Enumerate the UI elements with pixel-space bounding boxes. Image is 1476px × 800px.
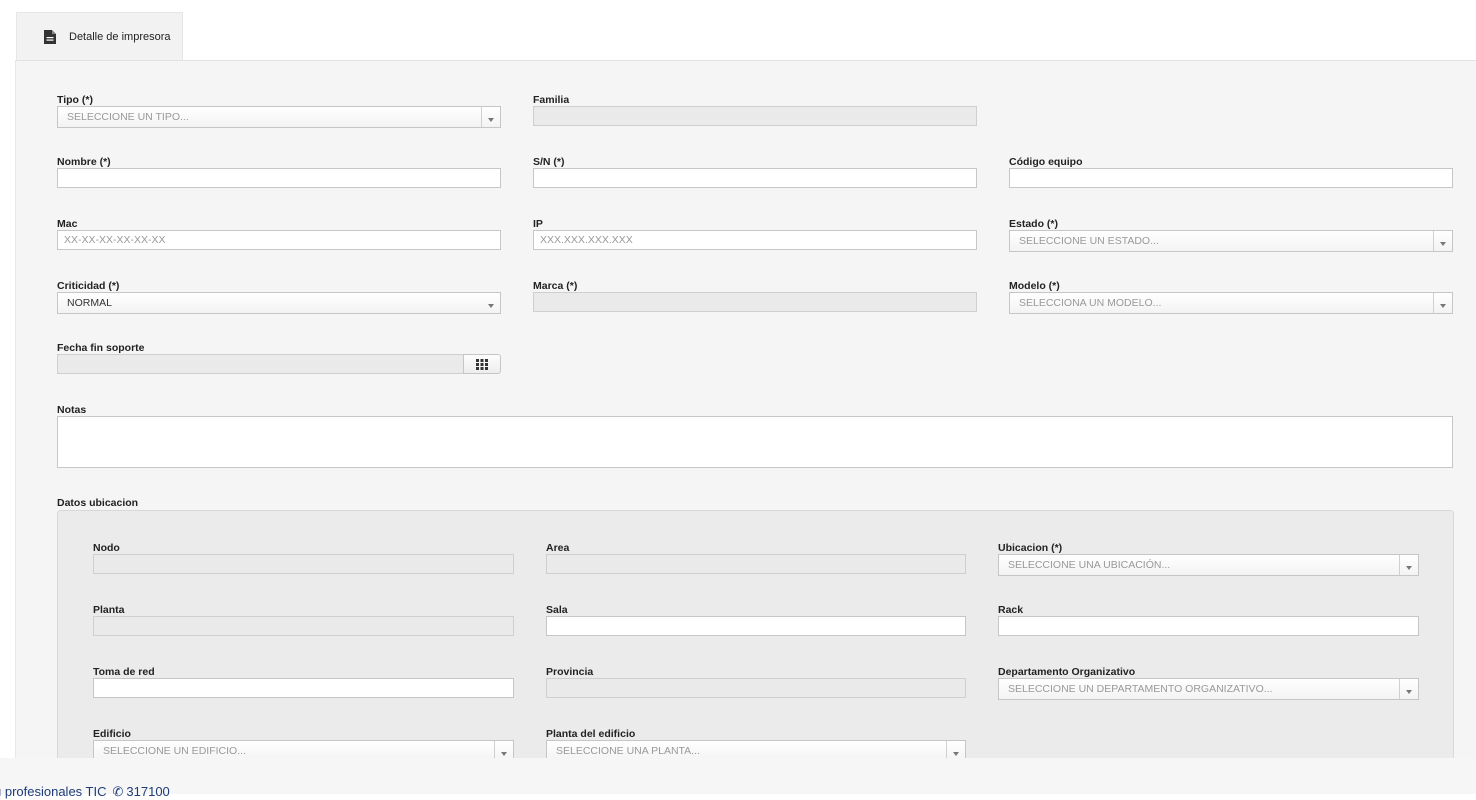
- tipo-label: Tipo (*): [57, 94, 93, 106]
- printer-detail-panel: Tipo (*) SELECCIONE UN TIPO... Familia N…: [15, 60, 1476, 770]
- sala-field: Sala: [546, 604, 966, 636]
- mac-input[interactable]: [57, 230, 501, 250]
- location-section: Nodo Area Ubicacion (*) SELECCIONE UNA U…: [57, 510, 1454, 770]
- codigo-equipo-input[interactable]: [1009, 168, 1453, 188]
- toma-de-red-label: Toma de red: [93, 666, 155, 678]
- criticidad-select-value: NORMAL: [67, 297, 112, 309]
- area-label: Area: [546, 542, 570, 554]
- provincia-label: Provincia: [546, 666, 594, 678]
- area-input: [546, 554, 966, 574]
- area-field: Area: [546, 542, 966, 574]
- modelo-select-value: SELECCIONA UN MODELO...: [1019, 297, 1162, 309]
- toma-de-red-input[interactable]: [93, 678, 514, 698]
- codigo-equipo-label: Código equipo: [1009, 156, 1083, 168]
- notas-label: Notas: [57, 404, 87, 416]
- nodo-input: [93, 554, 514, 574]
- fecha-fin-soporte-wrap: [57, 354, 501, 374]
- planta-edificio-select-value: SELECCIONE UNA PLANTA...: [556, 745, 700, 757]
- footer-link-text[interactable]: u profesionales TIC: [0, 784, 107, 799]
- chevron-down-icon: [1399, 555, 1418, 575]
- marca-input: [533, 292, 977, 312]
- nodo-label: Nodo: [93, 542, 120, 554]
- notas-field: Notas: [57, 404, 1453, 468]
- estado-label: Estado (*): [1009, 218, 1059, 230]
- edificio-label: Edificio: [93, 728, 131, 740]
- criticidad-label: Criticidad (*): [57, 280, 120, 292]
- planta-label: Planta: [93, 604, 125, 616]
- estado-field: Estado (*) SELECCIONE UN ESTADO...: [1009, 218, 1453, 252]
- provincia-field: Provincia: [546, 666, 966, 698]
- marca-label: Marca (*): [533, 280, 578, 292]
- chevron-down-icon: [1399, 679, 1418, 699]
- estado-select[interactable]: SELECCIONE UN ESTADO...: [1009, 230, 1453, 252]
- toma-de-red-field: Toma de red: [93, 666, 514, 698]
- rack-field: Rack: [998, 604, 1419, 636]
- marca-field: Marca (*): [533, 280, 977, 312]
- tipo-field: Tipo (*) SELECCIONE UN TIPO...: [57, 94, 501, 128]
- ip-label: IP: [533, 218, 543, 230]
- ubicacion-field: Ubicacion (*) SELECCIONE UNA UBICACIÓN..…: [998, 542, 1419, 576]
- departamento-select[interactable]: SELECCIONE UN DEPARTAMENTO ORGANIZATIVO.…: [998, 678, 1419, 700]
- mac-label: Mac: [57, 218, 78, 230]
- nombre-input[interactable]: [57, 168, 501, 188]
- sala-input[interactable]: [546, 616, 966, 636]
- calendar-grid-icon: [476, 358, 488, 370]
- tipo-select[interactable]: SELECCIONE UN TIPO...: [57, 106, 501, 128]
- mac-field: Mac: [57, 218, 501, 250]
- datos-ubicacion-label: Datos ubicacion: [57, 497, 139, 509]
- planta-edificio-label: Planta del edificio: [546, 728, 636, 740]
- footer: u profesionales TIC ✆ 317100: [0, 784, 170, 800]
- nodo-field: Nodo: [93, 542, 514, 574]
- tipo-select-value: SELECCIONE UN TIPO...: [67, 111, 189, 123]
- ubicacion-select[interactable]: SELECCIONE UNA UBICACIÓN...: [998, 554, 1419, 576]
- nombre-label: Nombre (*): [57, 156, 111, 168]
- sn-input[interactable]: [533, 168, 977, 188]
- familia-label: Familia: [533, 94, 570, 106]
- chevron-down-icon: [481, 107, 500, 127]
- criticidad-field: Criticidad (*) NORMAL: [57, 280, 501, 314]
- rack-label: Rack: [998, 604, 1024, 616]
- sn-label: S/N (*): [533, 156, 565, 168]
- modelo-label: Modelo (*): [1009, 280, 1060, 292]
- sn-field: S/N (*): [533, 156, 977, 188]
- ubicacion-select-value: SELECCIONE UNA UBICACIÓN...: [1008, 559, 1171, 571]
- provincia-input: [546, 678, 966, 698]
- estado-select-value: SELECCIONE UN ESTADO...: [1019, 235, 1159, 247]
- criticidad-select[interactable]: NORMAL: [57, 292, 501, 314]
- departamento-select-value: SELECCIONE UN DEPARTAMENTO ORGANIZATIVO.…: [1008, 683, 1273, 695]
- phone-icon: ✆: [112, 784, 124, 799]
- modelo-select[interactable]: SELECCIONA UN MODELO...: [1009, 292, 1453, 314]
- planta-edificio-field: Planta del edificio SELECCIONE UNA PLANT…: [546, 728, 966, 762]
- modelo-field: Modelo (*) SELECCIONA UN MODELO...: [1009, 280, 1453, 314]
- planta-field: Planta: [93, 604, 514, 636]
- fecha-fin-soporte-field: Fecha fin soporte: [57, 342, 501, 374]
- document-icon: [44, 29, 56, 44]
- sala-label: Sala: [546, 604, 568, 616]
- ip-input[interactable]: [533, 230, 977, 250]
- fecha-fin-soporte-label: Fecha fin soporte: [57, 342, 145, 354]
- nombre-field: Nombre (*): [57, 156, 501, 188]
- rack-input[interactable]: [998, 616, 1419, 636]
- departamento-field: Departamento Organizativo SELECCIONE UN …: [998, 666, 1419, 700]
- chevron-down-icon: [1433, 293, 1452, 313]
- ip-field: IP: [533, 218, 977, 250]
- tab-detalle-impresora[interactable]: Detalle de impresora: [16, 12, 183, 60]
- chevron-down-icon: [482, 293, 500, 313]
- codigo-equipo-field: Código equipo: [1009, 156, 1453, 188]
- ubicacion-label: Ubicacion (*): [998, 542, 1063, 554]
- departamento-label: Departamento Organizativo: [998, 666, 1136, 678]
- edificio-select-value: SELECCIONE UN EDIFICIO...: [103, 745, 246, 757]
- familia-input: [533, 106, 977, 126]
- familia-field: Familia: [533, 94, 977, 126]
- edificio-field: Edificio SELECCIONE UN EDIFICIO...: [93, 728, 514, 762]
- chevron-down-icon: [1433, 231, 1452, 251]
- fecha-fin-soporte-input: [57, 354, 463, 374]
- footer-band: [0, 758, 1476, 794]
- planta-input: [93, 616, 514, 636]
- notas-textarea[interactable]: [57, 416, 1453, 468]
- footer-phone[interactable]: 317100: [126, 784, 169, 799]
- tab-label: Detalle de impresora: [69, 30, 171, 43]
- calendar-button[interactable]: [463, 354, 501, 374]
